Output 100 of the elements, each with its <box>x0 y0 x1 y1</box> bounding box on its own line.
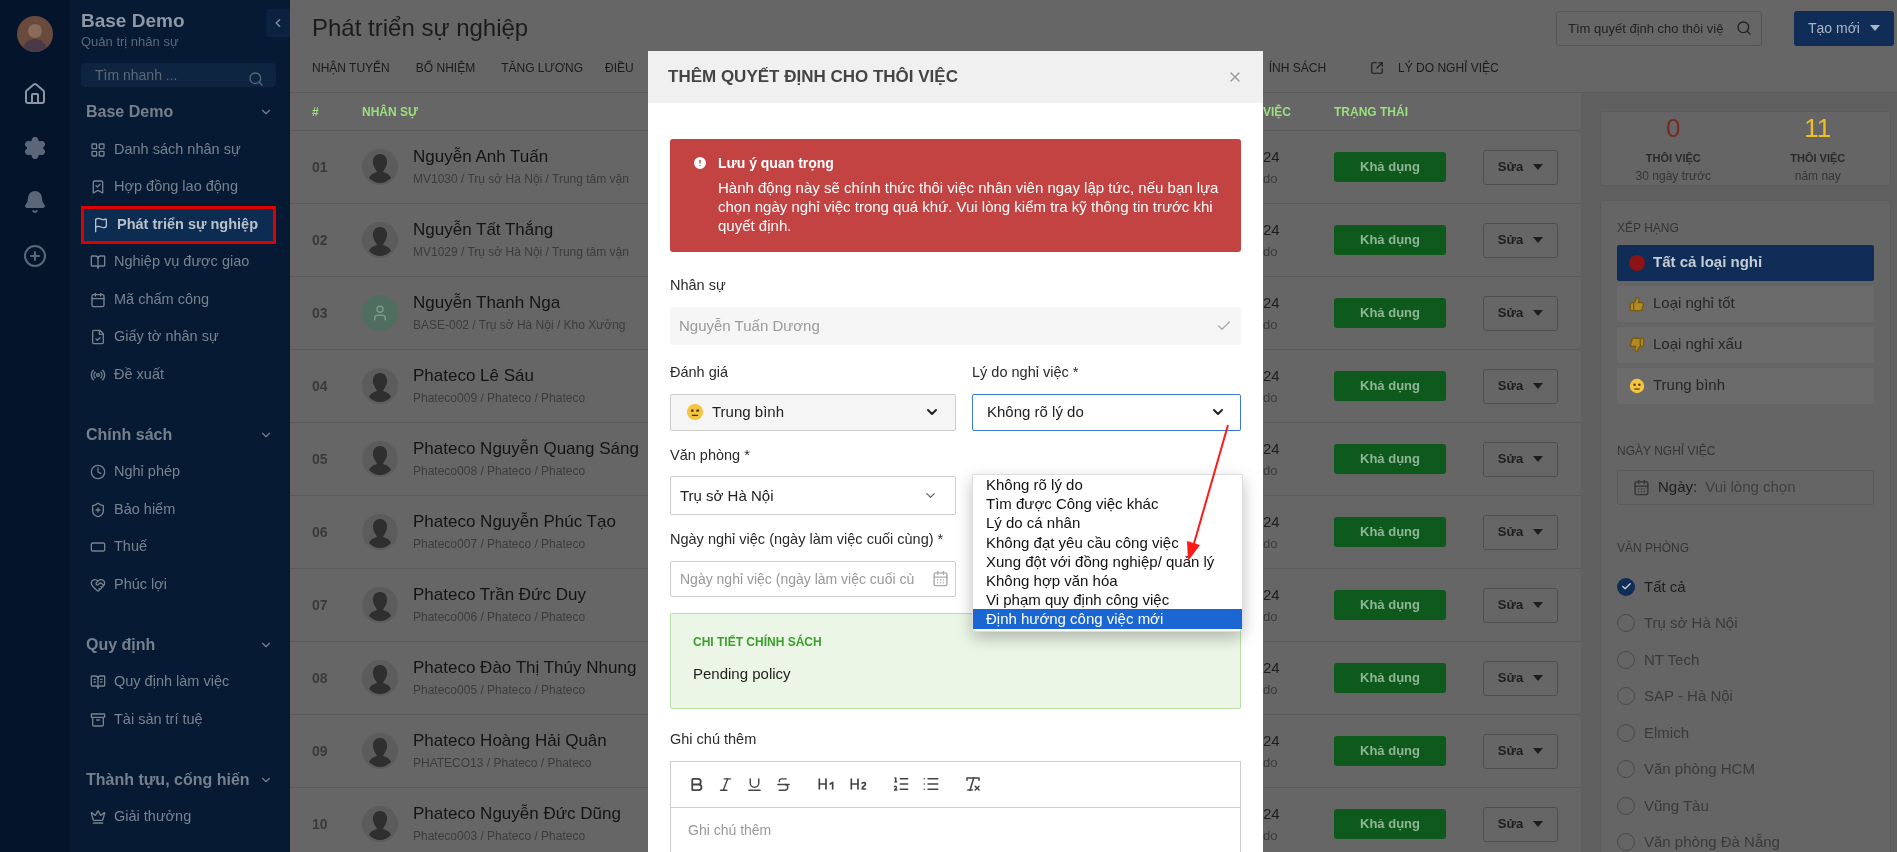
create-button[interactable]: Tạo mới <box>1794 10 1894 46</box>
underline-icon[interactable] <box>746 775 763 793</box>
nav-item[interactable]: Nghiệp vụ được giao <box>81 243 276 281</box>
strikethrough-icon[interactable] <box>775 775 792 793</box>
home-icon[interactable] <box>23 82 47 106</box>
caret-icon <box>1533 164 1544 170</box>
employee-name[interactable]: Nguyễn Thanh Nga <box>413 291 648 315</box>
bell-icon[interactable] <box>23 190 47 214</box>
calendar-icon <box>1633 478 1650 496</box>
ranking-item[interactable]: Loại nghỉ tốt <box>1617 285 1874 322</box>
edit-button[interactable]: Sửa <box>1483 733 1558 769</box>
employee-name[interactable]: Phateco Lê Sáu <box>413 364 648 388</box>
employee-name[interactable]: Phateco Hoàng Hải Quân <box>413 729 648 753</box>
dropdown-option[interactable]: Tìm được Công việc khác <box>973 494 1242 514</box>
dropdown-option[interactable]: Xung đột với đồng nghiệp/ quản lý <box>973 551 1242 571</box>
clock-icon <box>90 464 106 481</box>
edit-button[interactable]: Sửa <box>1483 222 1558 258</box>
nav-item[interactable]: Giải thưởng <box>81 798 276 836</box>
employee-name[interactable]: Phateco Nguyễn Đức Dũng <box>413 802 648 826</box>
table-cell-text: 24 <box>1263 731 1281 751</box>
numbered-list-icon[interactable] <box>892 775 910 794</box>
field-label: Ngày nghỉ việc (ngày làm việc cuối cùng) * <box>670 530 945 550</box>
italic-icon[interactable] <box>717 775 734 793</box>
avatar[interactable] <box>17 16 53 52</box>
tab[interactable]: TĂNG LƯƠNG <box>501 59 584 77</box>
employee-name[interactable]: Nguyễn Anh Tuấn <box>413 145 648 169</box>
date-field[interactable]: Ngày nghỉ việc (ngày làm việc cuối cù <box>670 561 956 597</box>
settings-icon[interactable] <box>23 136 47 160</box>
dropdown-option[interactable]: Không đạt yêu cầu công việc <box>973 532 1242 552</box>
avatar-icon <box>362 149 398 185</box>
tab[interactable]: BỔ NHIỆM <box>415 59 476 77</box>
employee-name[interactable]: Phateco Đào Thị Thúy Nhung <box>413 656 648 680</box>
ranking-item[interactable]: Loại nghỉ xấu <box>1617 326 1874 363</box>
tab[interactable]: LÝ DO NGHỈ VIỆC <box>1370 59 1499 77</box>
employee-name[interactable]: Phateco Trần Đức Duy <box>413 583 648 607</box>
search-icon <box>248 71 264 87</box>
avatar-icon <box>362 587 398 623</box>
nav-item[interactable]: Phát triển sự nghiệp <box>81 206 276 244</box>
edit-button[interactable]: Sửa <box>1483 295 1558 331</box>
nav-item[interactable]: Bảo hiểm <box>81 491 276 529</box>
column-header: NHÂN SỰ <box>362 103 419 121</box>
table-cell-text: 24 <box>1263 366 1281 386</box>
search-field[interactable]: Tìm quyết định cho thôi việ <box>1556 10 1762 46</box>
section-title: Base Demo <box>86 102 174 122</box>
tab[interactable]: ÍNH SÁCH <box>1268 59 1327 77</box>
alert-title: Lưu ý quan trọng <box>718 154 835 173</box>
edit-button[interactable]: Sửa <box>1483 806 1558 842</box>
ranking-item[interactable]: Trung bình <box>1617 367 1874 404</box>
nav-item[interactable]: Giấy tờ nhân sự <box>81 318 276 356</box>
nav-item[interactable]: Hợp đồng lao động <box>81 168 276 206</box>
status-badge: Khả dụng <box>1334 663 1446 693</box>
avatar-icon <box>362 660 398 696</box>
nav-item[interactable]: Đề xuất <box>81 356 276 394</box>
app-title: Base Demo <box>81 9 186 33</box>
nav-item[interactable]: Phúc lợi <box>81 566 276 604</box>
calendar-icon <box>932 570 949 587</box>
search-field[interactable]: Tìm nhanh ... <box>81 63 276 87</box>
column-header: TRẠNG THÁI <box>1334 103 1408 121</box>
dropdown-option[interactable]: Không rõ lý do <box>973 475 1242 495</box>
nav-item[interactable]: Nghỉ phép <box>81 453 276 491</box>
tab[interactable]: ĐIỀU <box>605 59 634 77</box>
edit-button[interactable]: Sửa <box>1483 368 1558 404</box>
edit-button[interactable]: Sửa <box>1483 660 1558 696</box>
table-cell-text: 24 <box>1263 512 1281 532</box>
employee-name[interactable]: Nguyễn Tất Thắng <box>413 218 648 242</box>
emoji-icon <box>686 403 704 421</box>
office-select[interactable]: Trụ sở Hà Nội <box>670 476 956 516</box>
nav-item[interactable]: Mã chấm công <box>81 281 276 319</box>
dropdown-option[interactable]: Không hợp văn hóa <box>973 570 1242 591</box>
office-radio[interactable]: Tất cả <box>1617 568 1874 605</box>
reason-select[interactable]: Không rõ lý do <box>972 393 1241 431</box>
column-header: # <box>311 103 320 121</box>
employee-name[interactable]: Phateco Nguyễn Phúc Tạo <box>413 510 648 534</box>
nav-item[interactable]: Tài sản trí tuệ <box>81 701 276 739</box>
nav-item[interactable]: Thuế <box>81 528 276 566</box>
dropdown-option[interactable]: Định hướng công việc mới <box>973 609 1242 629</box>
employee-name[interactable]: Phateco Nguyễn Quang Sáng <box>413 437 648 461</box>
rating-select[interactable]: Trung bình <box>670 393 956 431</box>
notes-field[interactable]: Ghi chú thêm <box>670 807 1241 852</box>
caret-icon <box>1533 748 1544 754</box>
add-icon[interactable] <box>23 244 47 268</box>
dropdown-option[interactable]: Vi phạm quy định công việc <box>973 590 1242 610</box>
table-cell-text: 24 <box>1263 147 1281 167</box>
bookmark-icon <box>90 179 106 196</box>
tab[interactable]: NHẬN TUYỂN <box>312 59 390 77</box>
edit-button[interactable]: Sửa <box>1483 514 1558 550</box>
nav-item[interactable]: Danh sách nhân sự <box>81 131 276 169</box>
ranking-item[interactable]: Tất cả loại nghỉ <box>1617 244 1874 281</box>
edit-button[interactable]: Sửa <box>1483 149 1558 185</box>
stat-value: 11 <box>1804 112 1832 144</box>
nav-item[interactable]: Quy định làm việc <box>81 663 276 701</box>
shield-icon <box>90 501 106 518</box>
dropdown-option[interactable]: Lý do cá nhân <box>973 513 1242 533</box>
table-cell-text: 24 <box>1263 804 1281 824</box>
clear-format-icon[interactable] <box>964 775 982 794</box>
edit-button[interactable]: Sửa <box>1483 441 1558 477</box>
avatar-icon <box>362 368 398 404</box>
avatar-icon <box>362 806 398 842</box>
edit-button[interactable]: Sửa <box>1483 587 1558 623</box>
bold-icon[interactable] <box>688 775 705 793</box>
